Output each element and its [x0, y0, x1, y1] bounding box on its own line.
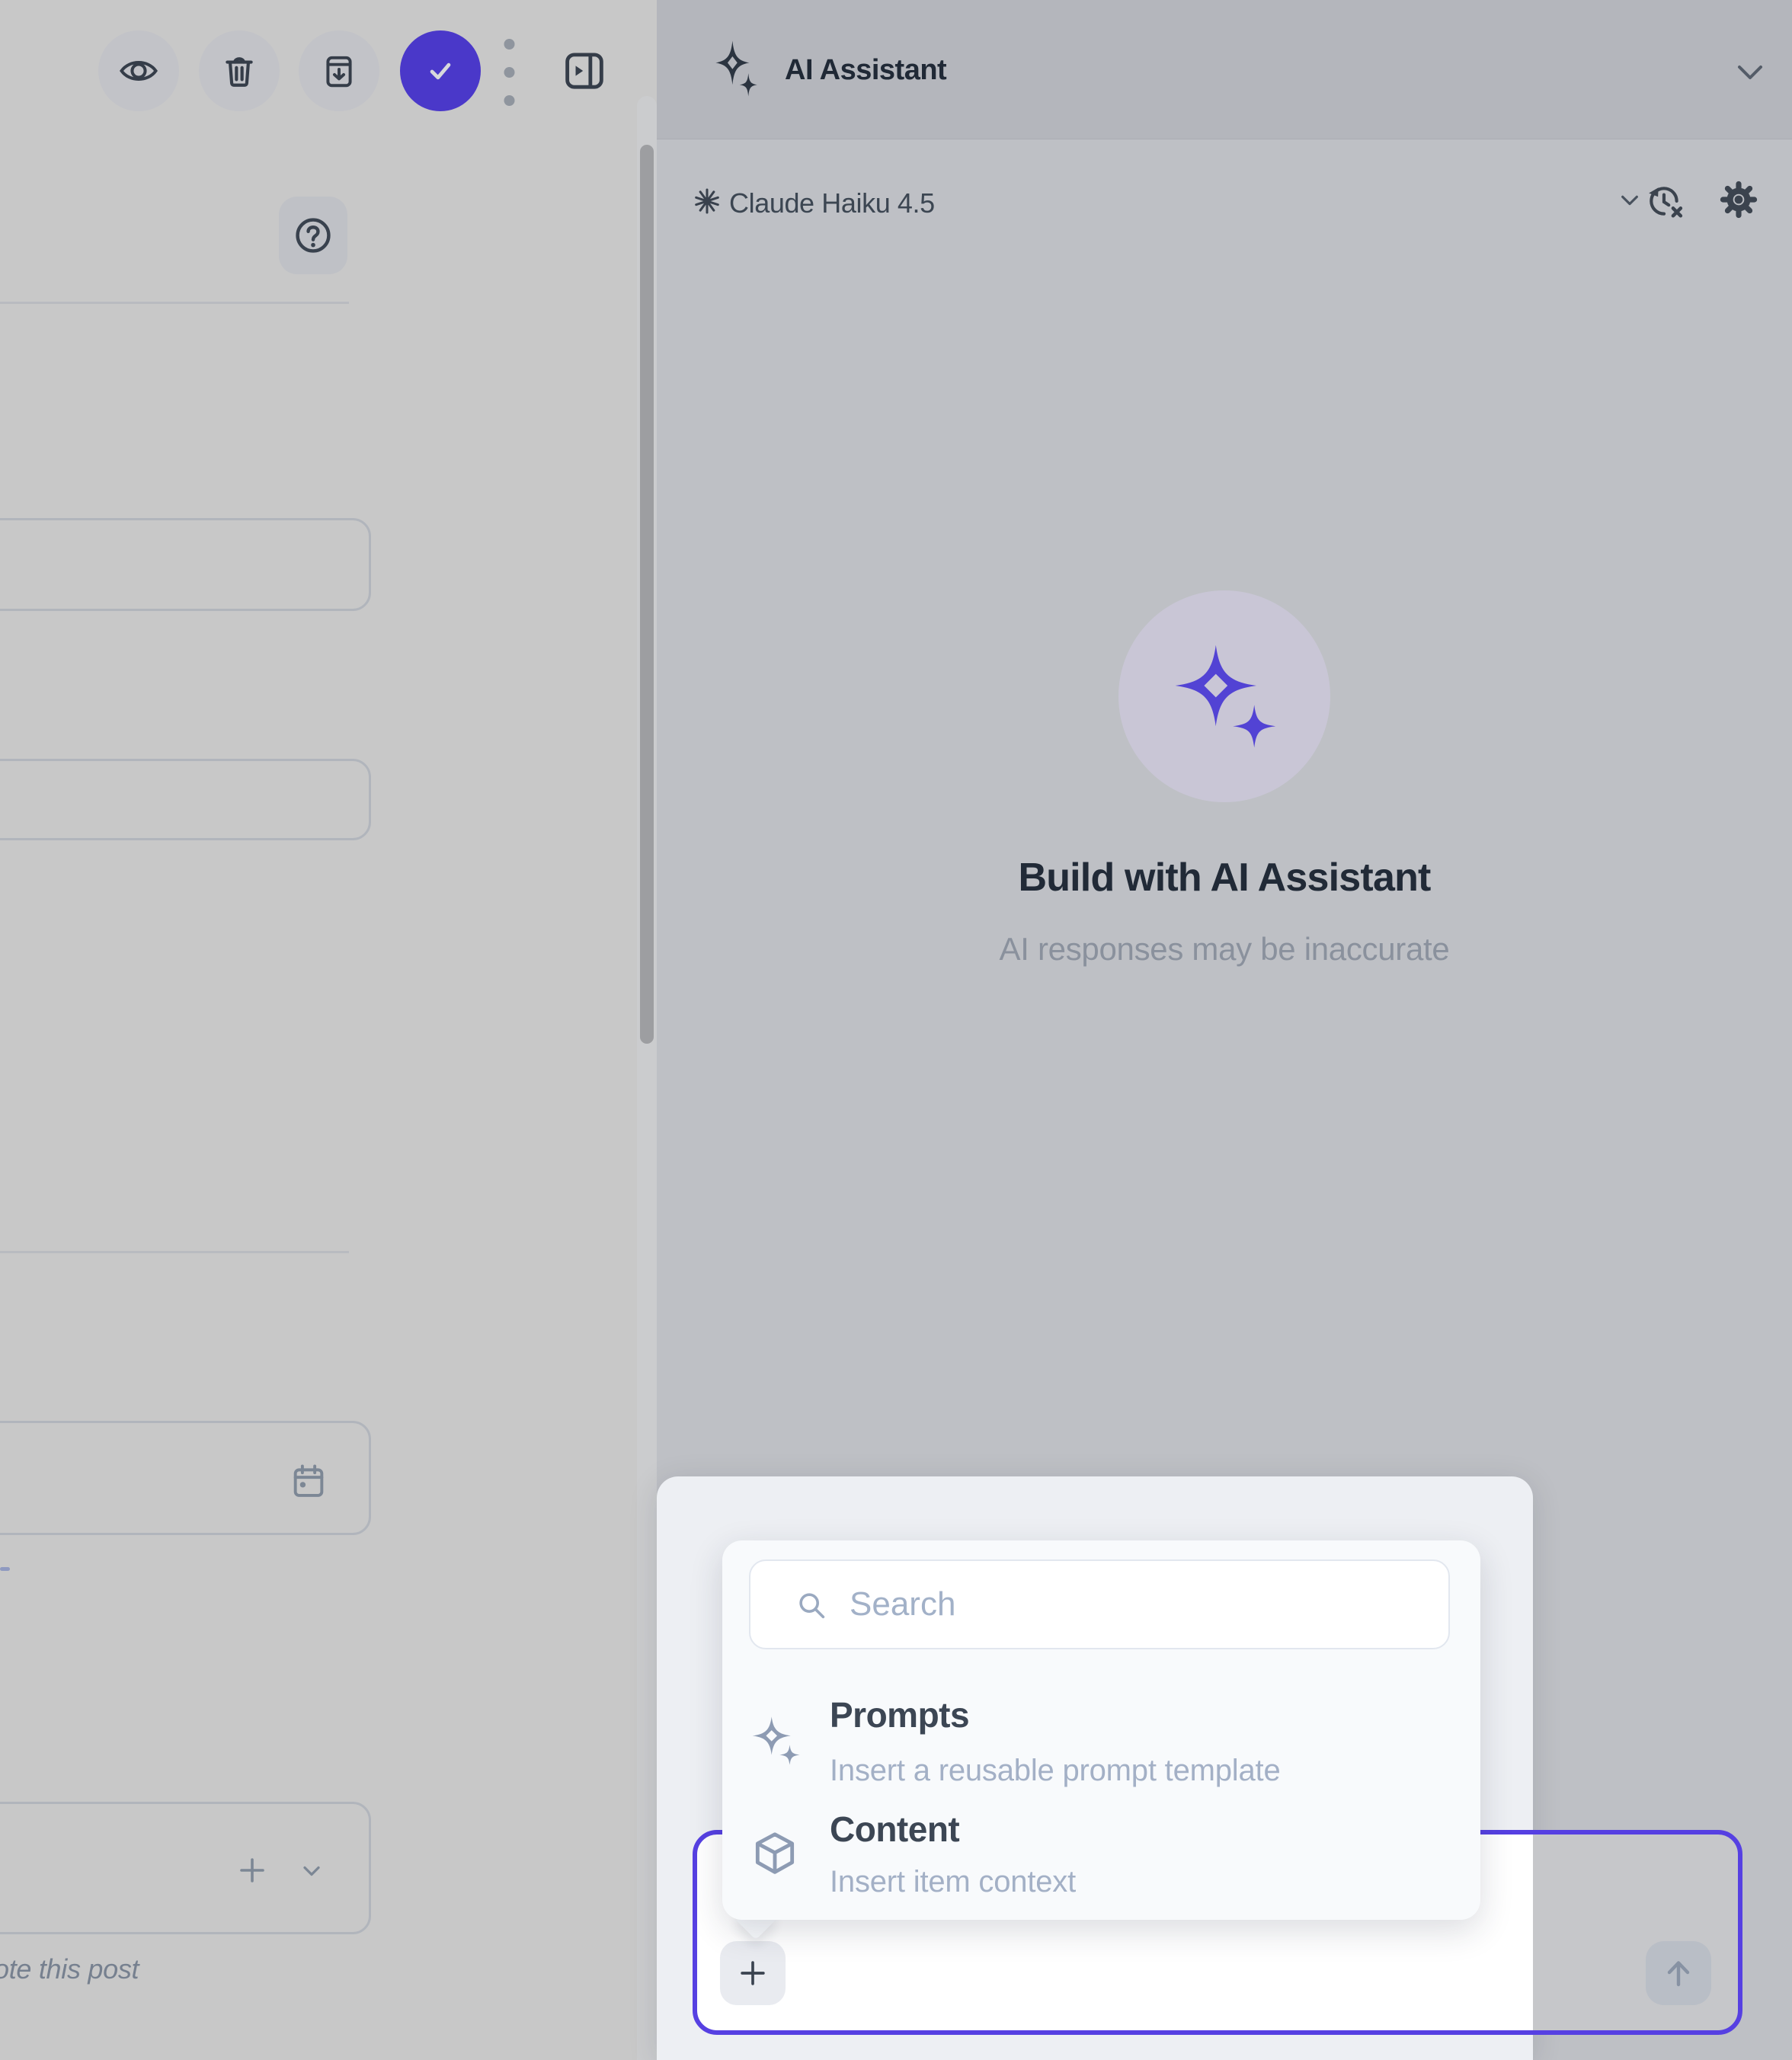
ai-panel-title: AI Assistant	[785, 54, 946, 87]
insert-menu-search[interactable]	[749, 1559, 1450, 1649]
clear-history-button[interactable]	[1646, 183, 1684, 221]
help-button[interactable]	[279, 197, 347, 274]
menu-item-content[interactable]: Content Insert item context	[722, 1792, 1480, 1914]
attach-button[interactable]	[720, 1941, 786, 2005]
question-mark-icon	[292, 214, 334, 257]
toggle-panel-button[interactable]	[562, 49, 606, 93]
chevron-down-icon[interactable]	[1619, 192, 1640, 209]
menu-item-prompts[interactable]: Prompts Insert a reusable prompt templat…	[722, 1678, 1480, 1799]
calendar-icon	[289, 1461, 328, 1501]
settings-button[interactable]	[1719, 180, 1758, 219]
ai-assistant-panel: AI Assistant Claude Haiku 4.5	[657, 0, 1792, 2060]
model-selector[interactable]: Claude Haiku 4.5	[729, 187, 935, 219]
empty-state-heading: Build with AI Assistant	[657, 855, 1792, 900]
menu-item-title: Prompts	[830, 1694, 969, 1735]
sparkle-icon	[750, 1714, 801, 1767]
form-field-reference[interactable]	[0, 1802, 371, 1934]
eye-icon	[118, 50, 159, 91]
app-window: ote this post AI Assistant Claude Ha	[0, 0, 1792, 2060]
send-button[interactable]	[1646, 1941, 1711, 2005]
archive-button[interactable]	[299, 30, 379, 111]
gear-icon	[1719, 180, 1758, 219]
promote-caption: ote this post	[0, 1953, 139, 1985]
ai-panel-header: AI Assistant	[657, 0, 1792, 139]
plus-icon[interactable]	[234, 1852, 270, 1889]
form-field-slug[interactable]	[0, 759, 371, 840]
section-divider	[0, 1251, 349, 1253]
sparkle-icon	[1171, 643, 1278, 750]
preview-button[interactable]	[98, 30, 179, 111]
more-options-button[interactable]	[504, 38, 515, 107]
search-icon	[795, 1588, 830, 1623]
ai-empty-state-avatar	[1118, 590, 1330, 802]
kebab-menu-icon	[504, 38, 515, 107]
search-input[interactable]	[848, 1561, 1427, 1648]
archive-down-icon	[320, 52, 358, 90]
cube-icon	[749, 1828, 801, 1880]
insert-menu-popover: Prompts Insert a reusable prompt templat…	[722, 1540, 1480, 1920]
menu-item-description: Insert a reusable prompt template	[830, 1754, 1281, 1788]
empty-state-subheading: AI responses may be inaccurate	[657, 931, 1792, 968]
chevron-down-icon[interactable]	[1734, 59, 1766, 85]
scrollbar-thumb[interactable]	[640, 145, 654, 1044]
menu-item-description: Insert item context	[830, 1865, 1076, 1899]
plus-icon	[735, 1956, 770, 1991]
form-field-date[interactable]	[0, 1421, 371, 1535]
form-field-title[interactable]	[0, 518, 371, 611]
trash-icon	[220, 52, 258, 90]
history-clear-icon	[1646, 183, 1684, 221]
arrow-up-icon	[1660, 1955, 1697, 1991]
starburst-icon	[693, 187, 722, 216]
truncated-label-fragment	[0, 1567, 10, 1571]
approve-button[interactable]	[400, 30, 481, 111]
menu-item-title: Content	[830, 1809, 959, 1850]
chevron-down-icon[interactable]	[298, 1857, 325, 1885]
sparkle-icon	[714, 40, 758, 98]
section-divider	[0, 302, 349, 304]
check-icon	[421, 52, 459, 90]
delete-button[interactable]	[199, 30, 280, 111]
panel-right-icon	[562, 49, 606, 93]
